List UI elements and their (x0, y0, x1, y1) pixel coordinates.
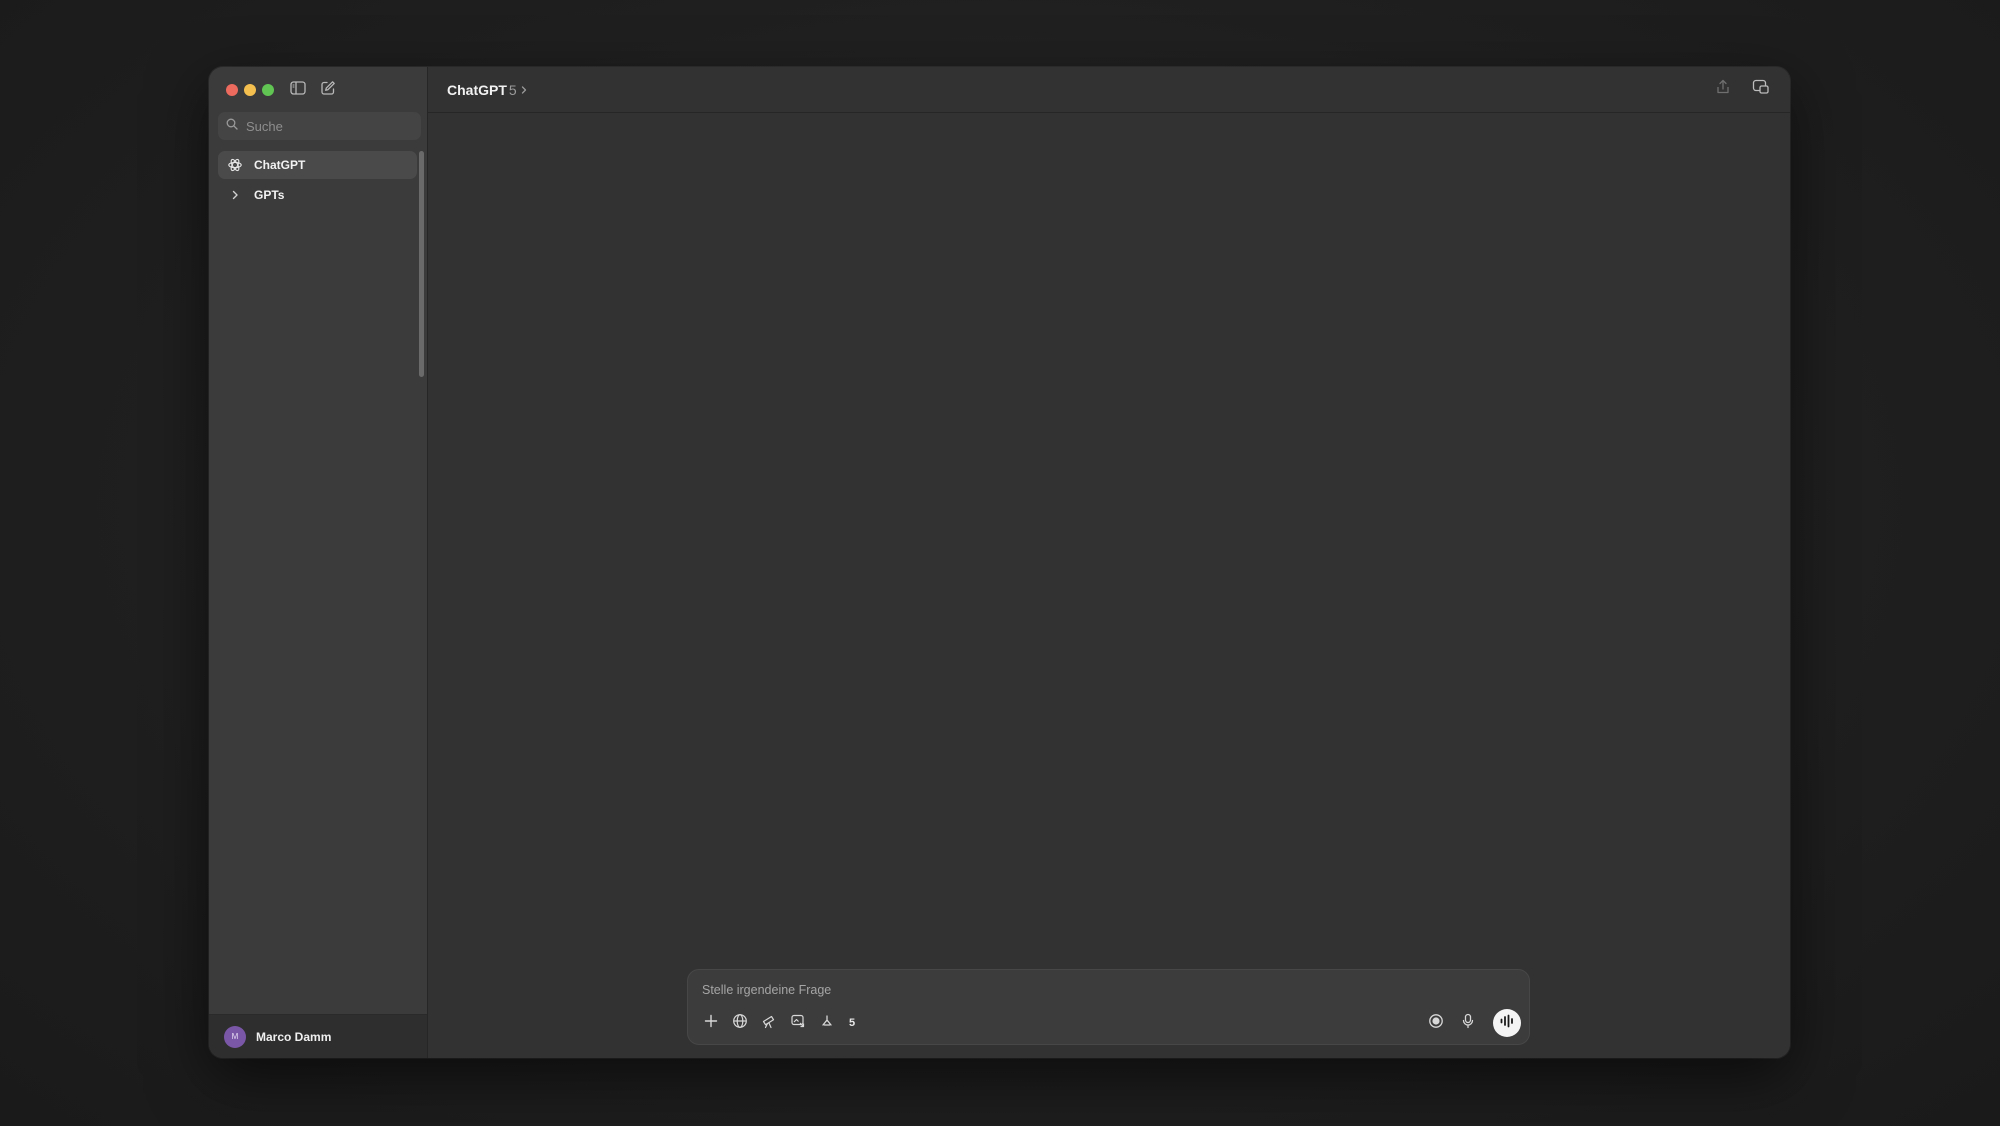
sidebar-item-label: ChatGPT (254, 158, 306, 172)
image-icon (790, 1013, 806, 1034)
telescope-icon (761, 1013, 777, 1034)
close-window-button[interactable] (226, 84, 238, 96)
dictate-button[interactable] (1457, 1012, 1479, 1034)
voice-mode-icon (1499, 1014, 1515, 1033)
share-button[interactable] (1712, 78, 1734, 100)
compose-icon (320, 80, 336, 101)
openai-logo-icon (226, 156, 244, 174)
new-window-button[interactable] (1750, 78, 1772, 100)
chevron-right-icon (520, 85, 528, 95)
chevron-right-icon (226, 186, 244, 204)
apps-icon (819, 1013, 835, 1034)
window-controls (226, 84, 274, 96)
message-composer: 5 (687, 969, 1530, 1045)
composer-right-tools (1425, 1009, 1521, 1037)
search-box[interactable] (218, 112, 421, 140)
main-area: ChatGPT 5 Stelle irgendeine Frage 5 (428, 67, 1790, 1058)
tool-count: 5 (849, 1017, 856, 1029)
header-bar: ChatGPT 5 (428, 67, 1790, 113)
microphone-icon (1461, 1013, 1475, 1034)
user-name: Marco Damm (256, 1029, 332, 1044)
sidebar-item-gpts[interactable]: GPTs (218, 181, 417, 209)
toggle-sidebar-button[interactable] (287, 79, 309, 101)
app-window: ChatGPT GPTs M Marco Damm ChatGPT 5 (209, 67, 1790, 1058)
web-search-button[interactable] (729, 1012, 751, 1034)
create-image-button[interactable] (787, 1012, 809, 1034)
record-button[interactable] (1425, 1012, 1447, 1034)
sidebar-scrollbar[interactable] (419, 151, 424, 377)
voice-mode-button[interactable] (1493, 1009, 1521, 1037)
avatar: M (224, 1025, 246, 1048)
search-icon (226, 117, 238, 135)
new-chat-button[interactable] (317, 79, 339, 101)
maximize-window-button[interactable] (262, 84, 274, 96)
deep-research-button[interactable] (758, 1012, 780, 1034)
message-input[interactable] (700, 981, 1404, 1005)
globe-icon (732, 1013, 748, 1034)
share-icon (1716, 79, 1730, 100)
record-icon (1428, 1013, 1444, 1034)
sidebar-item-label: GPTs (254, 188, 285, 202)
model-version: 5 (508, 81, 517, 98)
model-name: ChatGPT (447, 81, 507, 98)
add-attachment-button[interactable] (700, 1012, 722, 1034)
composer-tools: 5 (700, 1012, 855, 1034)
sidebar: ChatGPT GPTs M Marco Damm (209, 67, 428, 1058)
user-profile-button[interactable]: M Marco Damm (209, 1014, 427, 1058)
model-selector[interactable]: ChatGPT 5 (447, 82, 528, 98)
sidebar-item-chatgpt[interactable]: ChatGPT (218, 151, 417, 179)
apps-button[interactable] (816, 1012, 838, 1034)
new-window-icon (1752, 79, 1770, 100)
search-input[interactable] (244, 117, 408, 135)
plus-icon (704, 1014, 718, 1033)
header-actions (1712, 78, 1772, 100)
sidebar-icon (290, 80, 306, 100)
minimize-window-button[interactable] (244, 84, 256, 96)
